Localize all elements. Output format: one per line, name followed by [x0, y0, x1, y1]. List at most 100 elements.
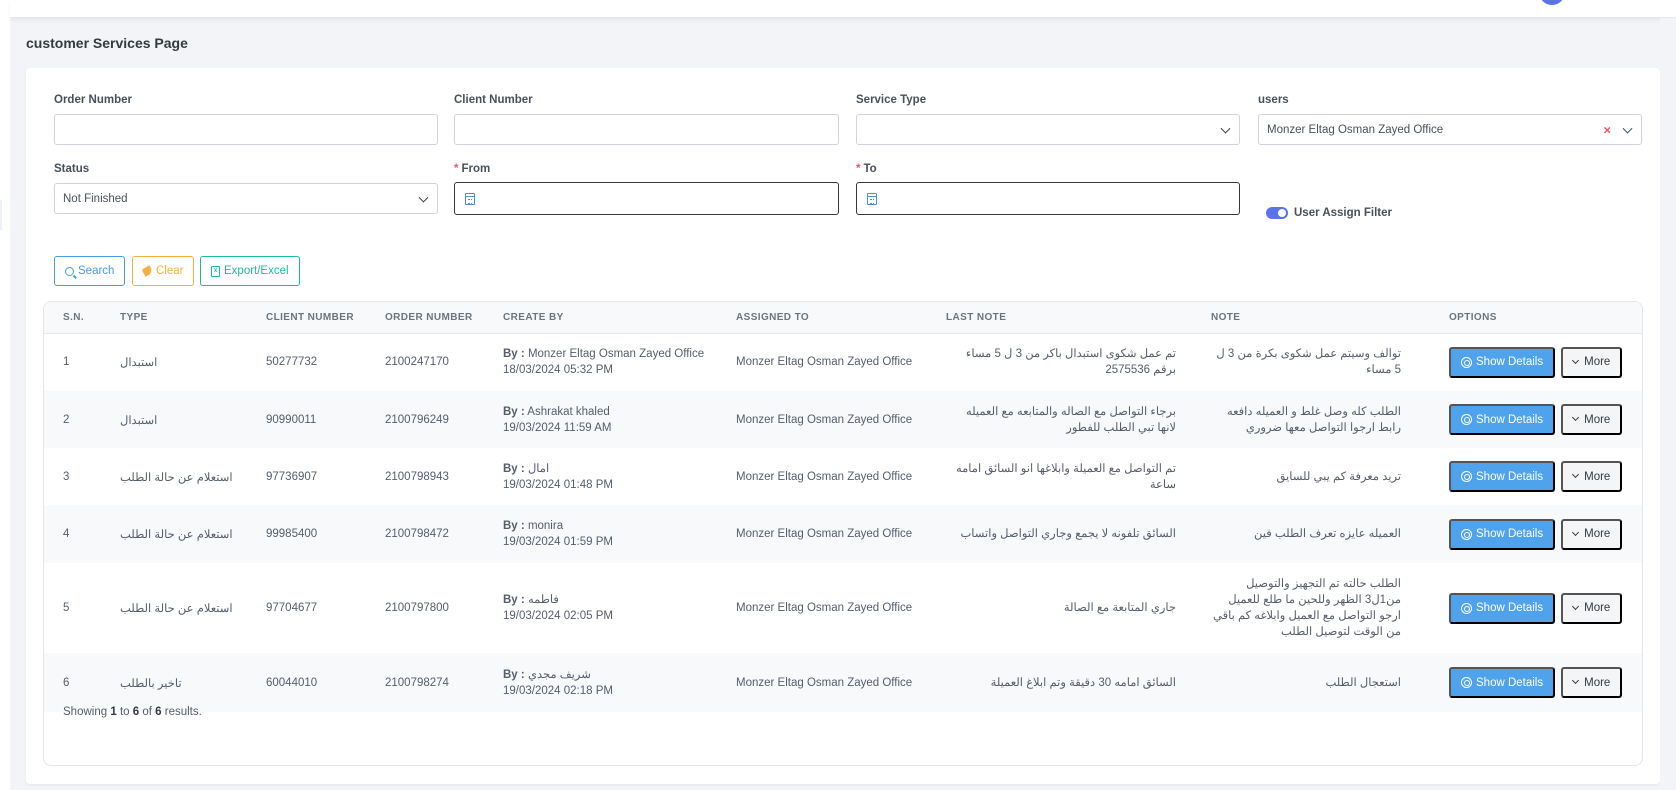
cell-order-number: 2100247170	[385, 356, 449, 369]
show-details-button[interactable]: Show Details	[1449, 667, 1556, 698]
user-assign-filter-toggle[interactable]	[1266, 207, 1288, 219]
to-date-input[interactable]	[856, 182, 1240, 215]
chevron-down-icon	[1622, 123, 1633, 134]
note-text: تريد معرفة كم يبي للسايق	[1276, 470, 1401, 483]
cell-order-number: 2100798274	[385, 676, 449, 689]
show-details-button[interactable]: Show Details	[1449, 518, 1556, 550]
pagination-to-word: to	[119, 706, 130, 718]
calendar-icon	[465, 192, 475, 205]
cell-sn: 6	[63, 676, 70, 689]
top-navbar	[10, 0, 1676, 18]
more-dropdown-button[interactable]: More	[1561, 346, 1623, 378]
table-row: 3 استعلام عن حالة الطلب 97736907 2100798943…	[44, 448, 1642, 505]
cell-options: Show Details More	[1430, 653, 1642, 712]
excel-file-icon: x	[211, 265, 220, 277]
row-options: Show Details More	[1449, 461, 1642, 492]
more-dropdown-button[interactable]: More	[1561, 461, 1623, 492]
chevron-down-icon	[418, 192, 429, 203]
cell-create-by: By : امال 19/03/2024 01:48 PM	[484, 448, 717, 505]
eye-icon	[1461, 471, 1472, 482]
order-number-input[interactable]	[54, 114, 438, 145]
export-excel-button[interactable]: x Export/Excel	[200, 256, 300, 286]
cell-sn: 2	[63, 413, 70, 426]
column-header-note: NOTE	[1211, 311, 1241, 323]
type-text: استعلام عن حالة الطلب	[120, 603, 233, 615]
cell-options: Show Details More	[1430, 563, 1642, 653]
table-row: 2 استبدال 90990011 2100796249 By : Ashrakat …	[44, 391, 1642, 448]
user-avatar[interactable]	[1539, 0, 1565, 5]
table-header-row: S.N. TYPE CLIENT NUMBER ORDER NUMBER CRE…	[44, 302, 1642, 333]
show-details-button[interactable]: Show Details	[1449, 346, 1556, 378]
calendar-icon	[867, 192, 877, 205]
table-row: 4 استعلام عن حالة الطلب 99985400 2100798472…	[44, 505, 1642, 563]
cell-last-note: السائق تلفونه لا يجمع وجاري التواصل واتس…	[927, 505, 1192, 563]
by-label: By :	[503, 348, 525, 361]
cell-note: تريد معرفة كم يبي للسايق	[1192, 448, 1430, 505]
created-by-line: By : امال	[503, 461, 717, 477]
cell-order-number: 2100798472	[385, 528, 449, 540]
client-number-label: Client Number	[454, 94, 533, 106]
pagination-prefix: Showing	[63, 706, 108, 718]
service-type-label: Service Type	[856, 94, 927, 106]
more-dropdown-button[interactable]: More	[1561, 592, 1623, 624]
show-details-label: Show Details	[1476, 470, 1544, 483]
table-row: 6 تاخير بالطلب 60044010 2100798274 By : شريف…	[44, 653, 1642, 712]
user-assign-filter-label: User Assign Filter	[1294, 207, 1392, 219]
show-details-button[interactable]: Show Details	[1449, 592, 1556, 624]
created-by-line: By : فاطمه	[503, 592, 717, 608]
broom-icon	[141, 265, 154, 277]
clear-selection-icon[interactable]: ×	[1603, 122, 1611, 137]
more-dropdown-button[interactable]: More	[1561, 404, 1623, 435]
note-text: الطلب حالته تم التجهيز والتوصيل من1ل3 ال…	[1212, 578, 1401, 638]
created-by-line: By : monira	[503, 518, 717, 534]
left-sidebar-edge	[0, 0, 10, 790]
clear-button-label: Clear	[156, 265, 184, 277]
users-value: Monzer Eltag Osman Zayed Office	[1267, 123, 1444, 136]
cell-assigned-to: Monzer Eltag Osman Zayed Office	[736, 356, 913, 369]
chevron-down-icon	[1572, 413, 1580, 422]
table-row: 1 استبدال 50277732 2100247170 By : Monzer El…	[44, 333, 1642, 391]
export-button-label: Export/Excel	[224, 265, 289, 277]
users-select[interactable]: Monzer Eltag Osman Zayed Office ×	[1258, 114, 1642, 145]
by-label: By :	[503, 462, 525, 475]
status-select[interactable]: Not Finished	[54, 183, 438, 214]
show-details-button[interactable]: Show Details	[1449, 461, 1556, 492]
cell-options: Show Details More	[1430, 448, 1642, 505]
cell-type: تاخير بالطلب	[101, 653, 247, 712]
show-details-button[interactable]: Show Details	[1449, 404, 1556, 435]
cell-last-note: برجاء التواصل مع الصاله والمتابعه مع الع…	[927, 391, 1192, 448]
cell-note: استعجال الطلب	[1192, 653, 1430, 712]
more-dropdown-button[interactable]: More	[1561, 518, 1623, 550]
last-note-text: جاري المتابعة مع الصالة	[1063, 602, 1176, 614]
type-text: استعلام عن حالة الطلب	[120, 529, 233, 541]
cell-last-note: السائق امامه 30 دقيقة وتم ابلاغ العميلة	[927, 653, 1192, 712]
client-number-input[interactable]	[454, 114, 839, 145]
user-assign-filter: User Assign Filter	[1266, 207, 1392, 219]
to-label: * To	[856, 163, 877, 175]
search-icon	[65, 266, 74, 276]
status-label: Status	[54, 163, 90, 175]
cell-options: Show Details More	[1430, 333, 1642, 391]
column-header-last-note: LAST NOTE	[946, 311, 1007, 323]
chevron-down-icon	[1572, 602, 1580, 610]
from-date-input[interactable]	[454, 182, 839, 215]
from-label: * From	[454, 163, 490, 175]
cell-client-number: 90990011	[266, 413, 317, 426]
cell-note: العميله عايزه تعرف الطلب فين	[1192, 505, 1430, 563]
created-by-name: Monzer Eltag Osman Zayed Office	[527, 348, 705, 361]
order-number-label: Order Number	[54, 94, 132, 106]
cell-order-number: 2100796249	[385, 413, 449, 426]
to-label-text: To	[863, 163, 877, 175]
last-note-text: تم عمل شكوى استبدال باكر من 3 ل 5 مساء ب…	[965, 348, 1176, 377]
more-dropdown-button[interactable]: More	[1561, 667, 1623, 698]
more-label: More	[1584, 413, 1611, 426]
column-header-order-number: ORDER NUMBER	[385, 311, 473, 323]
service-type-select[interactable]	[856, 114, 1240, 145]
search-button[interactable]: Search	[54, 256, 126, 286]
table-row: 5 استعلام عن حالة الطلب 97704677 2100797800…	[44, 563, 1642, 653]
cell-note: الطلب حالته تم التجهيز والتوصيل من1ل3 ال…	[1192, 563, 1430, 653]
eye-icon	[1461, 414, 1472, 425]
show-details-label: Show Details	[1476, 676, 1544, 689]
clear-button[interactable]: Clear	[132, 256, 195, 286]
more-label: More	[1584, 470, 1611, 483]
